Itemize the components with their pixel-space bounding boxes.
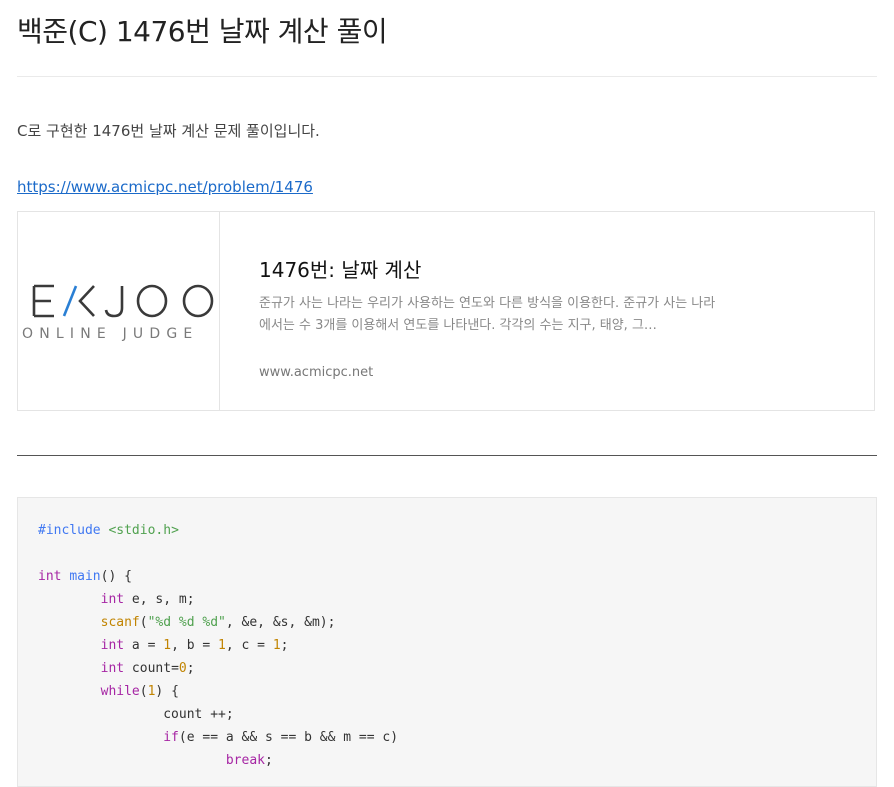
code-token: ; — [264, 753, 273, 768]
code-token: , b = — [171, 638, 219, 653]
code-line: while(1) { — [38, 680, 398, 703]
code-token: (e == a && s == b && m == c) — [178, 730, 399, 745]
code-token: count ++; — [163, 707, 234, 722]
code-token: int — [100, 661, 125, 676]
code-line: int e, s, m; — [38, 588, 398, 611]
section-divider — [17, 455, 877, 456]
problem-link[interactable]: https://www.acmicpc.net/problem/1476 — [17, 178, 313, 196]
code-line: scanf("%d %d %d", &e, &s, &m); — [38, 611, 398, 634]
code-token: scanf — [100, 615, 140, 630]
code-token: "%d %d %d" — [147, 615, 226, 630]
code-token: , &e, &s, &m); — [225, 615, 336, 630]
code-block: #include <stdio.h> int main() { int e, s… — [17, 497, 877, 787]
card-title: 1476번: 날짜 계산 — [259, 258, 422, 282]
code-token: count= — [124, 661, 179, 676]
code-token: ( — [139, 684, 148, 699]
code-token: a = — [124, 638, 164, 653]
card-domain: www.acmicpc.net — [259, 365, 374, 380]
code-token: while — [100, 684, 140, 699]
code-token: <stdio.h> — [108, 523, 179, 538]
card-thumbnail: ONLINE JUDGE — [18, 212, 220, 410]
code-token: 1 — [163, 638, 172, 653]
post-intro: C로 구현한 1476번 날짜 계산 문제 풀이입니다. — [17, 122, 320, 140]
acmicpc-logo — [32, 284, 214, 318]
code-token: ( — [139, 615, 148, 630]
code-token: ; — [280, 638, 289, 653]
code-token: int — [100, 592, 125, 607]
code-token: main — [69, 569, 101, 584]
code-line: if(e == a && s == b && m == c) — [38, 726, 398, 749]
code-token: #include — [38, 523, 101, 538]
code-token: 1 — [272, 638, 281, 653]
code-line: int count=0; — [38, 657, 398, 680]
code-token: 1 — [218, 638, 226, 653]
code-token: if — [163, 730, 179, 745]
title-divider — [17, 76, 877, 77]
logo-subtitle: ONLINE JUDGE — [22, 326, 199, 342]
code-token: break — [225, 753, 265, 768]
code-line: int a = 1, b = 1, c = 1; — [38, 634, 398, 657]
code-token: ; — [186, 661, 195, 676]
code-token: e, s, m; — [124, 592, 195, 607]
code-token: ) { — [155, 684, 179, 699]
code-token: 0 — [178, 661, 187, 676]
code-line: break; — [38, 749, 398, 772]
code-token: , c = — [225, 638, 273, 653]
code-token: () { — [100, 569, 132, 584]
code-line: #include <stdio.h> — [38, 519, 398, 542]
card-description: 준규가 사는 나라는 우리가 사용하는 연도와 다른 방식을 이용한다. 준규가… — [259, 296, 716, 333]
code-line: count ++; — [38, 703, 398, 726]
code-token: int — [38, 569, 62, 584]
post-title: 백준(C) 1476번 날짜 계산 풀이 — [17, 15, 388, 48]
code-listing: #include <stdio.h> int main() { int e, s… — [38, 519, 398, 772]
code-token: int — [100, 638, 125, 653]
link-preview-card[interactable]: ONLINE JUDGE 1476번: 날짜 계산 준규가 사는 나라는 우리가… — [17, 211, 875, 411]
code-line: int main() { — [38, 565, 398, 588]
